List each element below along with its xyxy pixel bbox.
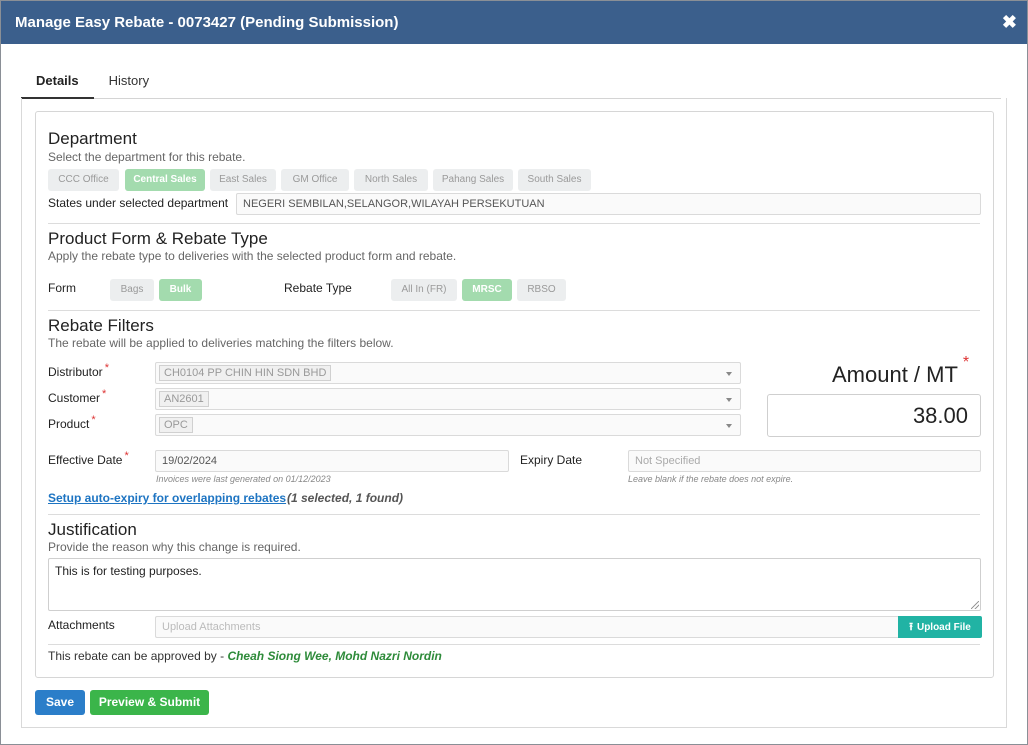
expiry-date-input[interactable]: Not Specified (628, 450, 981, 472)
filters-subtitle: The rebate will be applied to deliveries… (48, 336, 394, 350)
auto-expiry-link[interactable]: Setup auto-expiry for overlapping rebate… (48, 491, 286, 505)
department-chip-ccc-office[interactable]: CCC Office (48, 169, 119, 191)
distributor-label-text: Distributor (48, 365, 103, 379)
upload-file-label: Upload File (916, 622, 971, 633)
required-mark: * (91, 414, 96, 426)
expiry-date-label: Expiry Date (520, 453, 583, 467)
justification-textarea[interactable]: This is for testing purposes. (48, 558, 981, 611)
states-field: NEGERI SEMBILAN,SELANGOR,WILAYAH PERSEKU… (236, 193, 981, 215)
department-chip-south-sales[interactable]: South Sales (518, 169, 591, 191)
distributor-select[interactable]: CH0104 PP CHIN HIN SDN BHD (155, 362, 741, 384)
product-select[interactable]: OPC (155, 414, 741, 436)
expiry-date-hint: Leave blank if the rebate does not expir… (628, 474, 794, 484)
tab-details[interactable]: Details (21, 67, 94, 99)
effective-date-label-text: Effective Date (48, 453, 123, 467)
customer-label-text: Customer (48, 391, 101, 405)
upload-file-button[interactable]: ⭱ Upload File (898, 616, 982, 638)
rebate-type-label: Rebate Type (284, 281, 352, 295)
distributor-label: Distributor * (48, 362, 109, 379)
department-chip-north-sales[interactable]: North Sales (354, 169, 428, 191)
product-value: OPC (159, 417, 193, 433)
chevron-down-icon (726, 398, 732, 402)
product-heading: Product Form & Rebate Type (48, 229, 268, 248)
form-chip-bulk[interactable]: Bulk (159, 279, 202, 301)
required-mark: * (962, 354, 970, 371)
chevron-down-icon (726, 372, 732, 376)
upload-icon: ⭱ (909, 621, 913, 633)
product-subtitle: Apply the rebate type to deliveries with… (48, 249, 457, 263)
customer-label: Customer * (48, 388, 107, 405)
department-chip-gm-office[interactable]: GM Office (281, 169, 349, 191)
effective-date-input[interactable]: 19/02/2024 (155, 450, 509, 472)
save-button[interactable]: Save (35, 690, 85, 715)
department-chip-pahang-sales[interactable]: Pahang Sales (433, 169, 513, 191)
justification-heading: Justification (48, 520, 137, 539)
chevron-down-icon (726, 424, 732, 428)
amount-label-text: Amount / MT (832, 362, 958, 387)
required-mark: * (104, 362, 109, 374)
form-chip-bags[interactable]: Bags (110, 279, 154, 301)
department-chip-east-sales[interactable]: East Sales (210, 169, 276, 191)
rebate-type-chip-mrsc[interactable]: MRSC (462, 279, 512, 301)
approvers-list: Cheah Siong Wee, Mohd Nazri Nordin (227, 649, 442, 663)
form-label: Form (48, 281, 76, 295)
divider (48, 310, 980, 311)
tab-history[interactable]: History (94, 67, 164, 99)
tab-bar: Details History (21, 67, 1001, 99)
customer-select[interactable]: AN2601 (155, 388, 741, 410)
close-icon[interactable]: ✖ (1002, 12, 1017, 33)
amount-input[interactable]: 38.00 (767, 394, 981, 437)
effective-date-hint: Invoices were last generated on 01/12/20… (156, 474, 331, 484)
manage-rebate-dialog: Manage Easy Rebate - 0073427 (Pending Su… (0, 0, 1028, 745)
amount-label: Amount / MT * (832, 354, 969, 388)
preview-submit-button[interactable]: Preview & Submit (90, 690, 209, 715)
resize-handle-icon[interactable] (971, 601, 979, 609)
department-chip-central-sales[interactable]: Central Sales (125, 169, 205, 191)
rebate-type-chip-rbso[interactable]: RBSO (517, 279, 566, 301)
auto-expiry-note: (1 selected, 1 found) (287, 491, 404, 505)
justification-subtitle: Provide the reason why this change is re… (48, 540, 301, 554)
approval-prefix: This rebate can be approved by - (48, 649, 228, 663)
divider (48, 644, 980, 645)
rebate-type-chip-all-in[interactable]: All In (FR) (391, 279, 457, 301)
product-label: Product * (48, 414, 96, 431)
filters-heading: Rebate Filters (48, 316, 154, 335)
attachments-input[interactable]: Upload Attachments (155, 616, 899, 638)
department-heading: Department (48, 129, 137, 148)
dialog-title: Manage Easy Rebate - 0073427 (Pending Su… (15, 14, 399, 31)
product-label-text: Product (48, 417, 90, 431)
divider (48, 514, 980, 515)
effective-date-label: Effective Date * (48, 450, 129, 467)
attachments-label: Attachments (48, 618, 115, 632)
customer-value: AN2601 (159, 391, 209, 407)
approval-note: This rebate can be approved by - Cheah S… (48, 649, 442, 663)
dialog-titlebar: Manage Easy Rebate - 0073427 (Pending Su… (1, 1, 1027, 44)
department-subtitle: Select the department for this rebate. (48, 150, 246, 164)
distributor-value: CH0104 PP CHIN HIN SDN BHD (159, 365, 332, 381)
divider (48, 223, 980, 224)
required-mark: * (102, 388, 107, 400)
required-mark: * (124, 450, 129, 462)
states-label: States under selected department (48, 196, 229, 210)
